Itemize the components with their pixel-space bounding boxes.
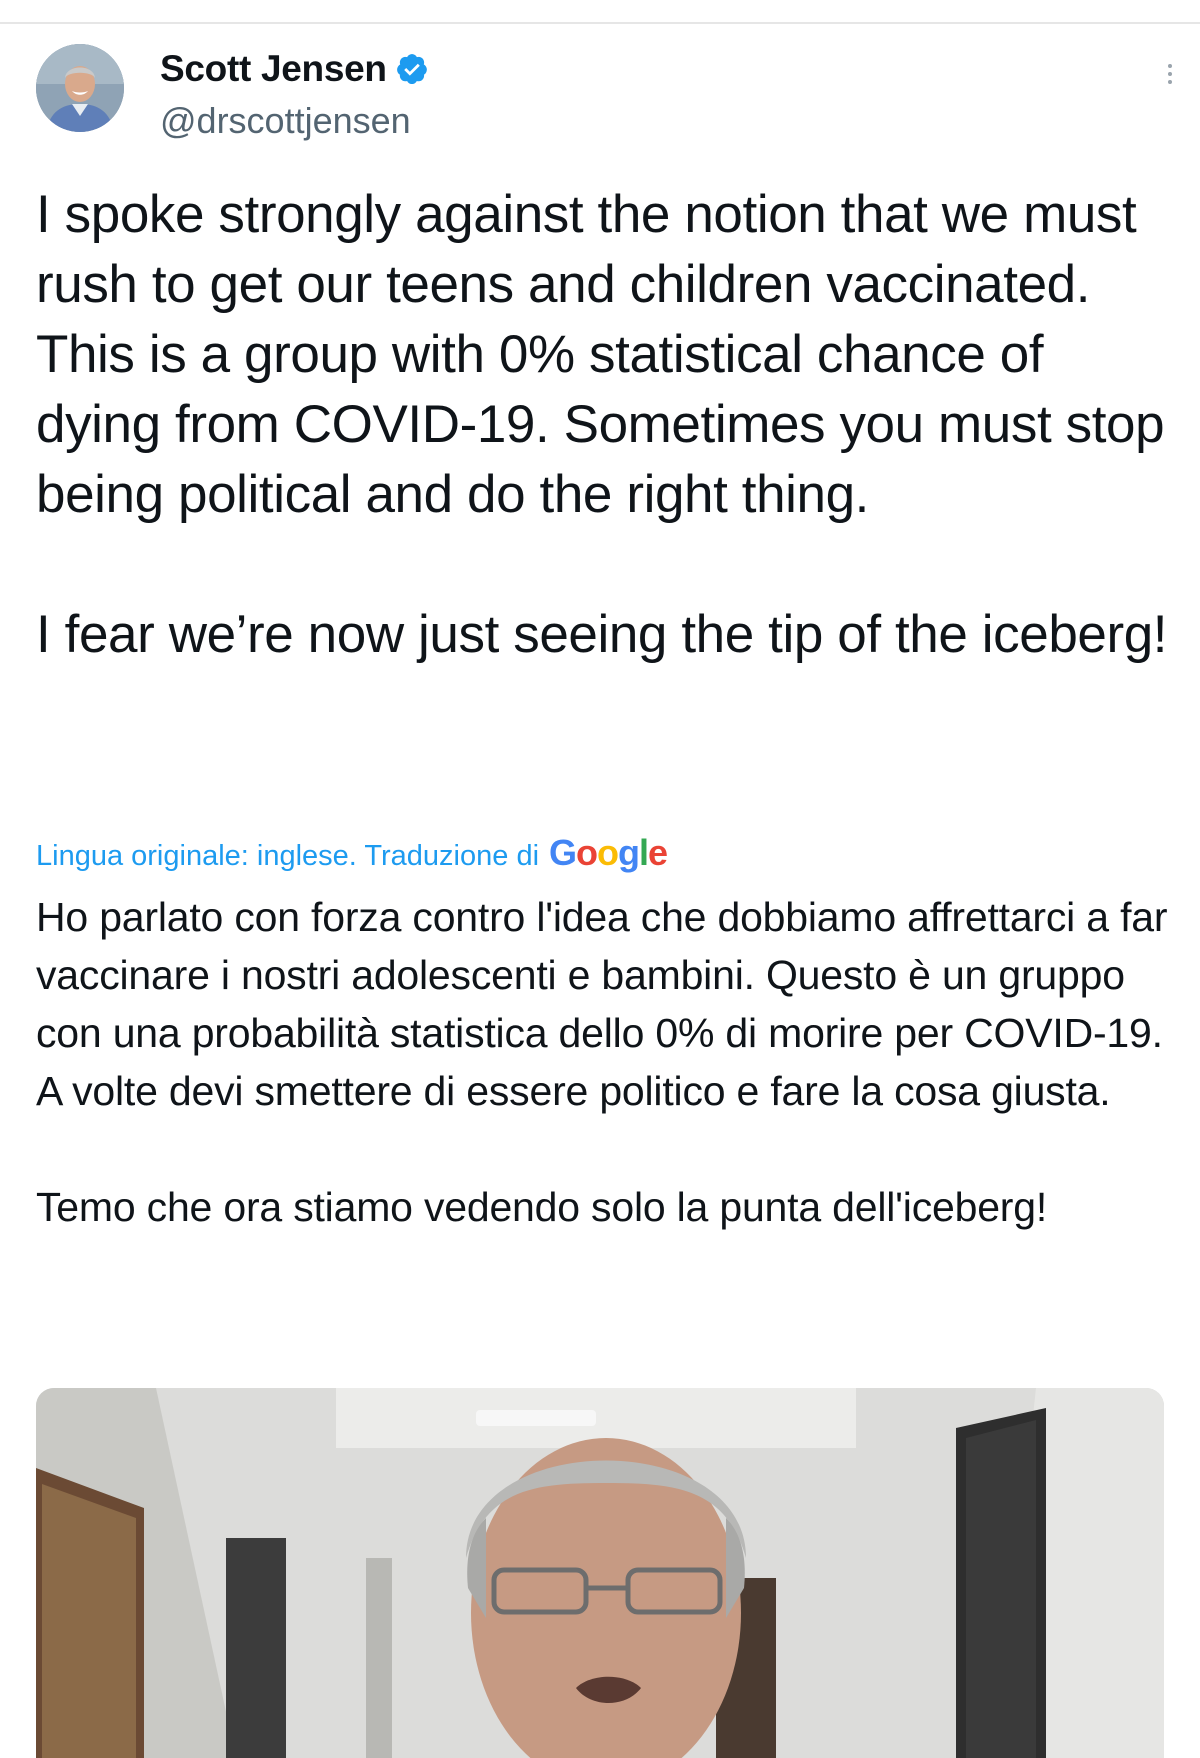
translation-attribution: Lingua originale: inglese. Traduzione di… [36, 832, 668, 874]
translation-note-label: Lingua originale: inglese. Traduzione di [36, 840, 540, 872]
video-thumbnail[interactable] [36, 1388, 1164, 1758]
tweet[interactable]: Scott Jensen @drscottjensen I spoke stro… [0, 24, 1200, 1758]
google-logo: Google [549, 832, 668, 873]
more-vertical-icon[interactable] [1158, 56, 1182, 96]
tweet-text: I spoke strongly against the notion that… [36, 185, 1168, 664]
author-name-row[interactable]: Scott Jensen [160, 46, 429, 92]
verified-badge-icon [396, 54, 427, 85]
author-display-name[interactable]: Scott Jensen [160, 48, 387, 90]
author-handle[interactable]: @drscottjensen [160, 100, 411, 142]
translated-tweet-text: Ho parlato con forza contro l'idea che d… [36, 894, 1168, 1230]
avatar[interactable] [36, 44, 124, 132]
